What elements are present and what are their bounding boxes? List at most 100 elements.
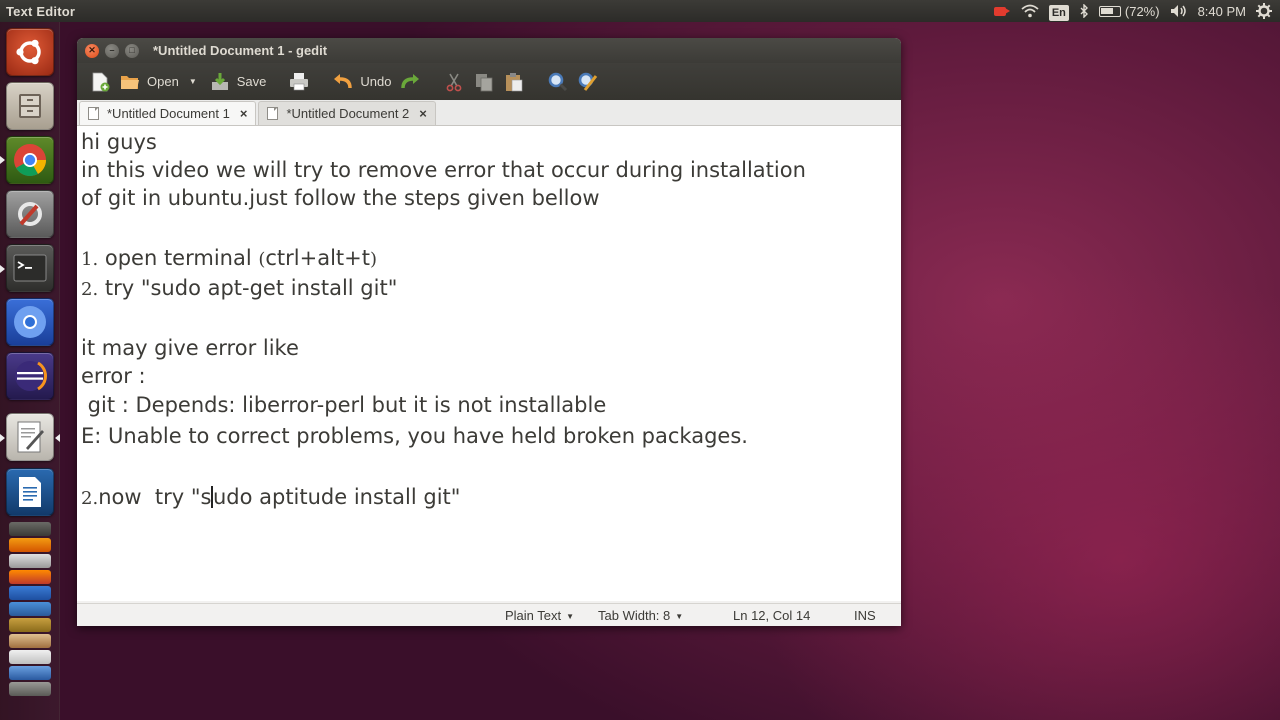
editor-line: hi guys	[81, 130, 157, 154]
tab-width-label: Tab Width: 8	[598, 608, 671, 623]
chrome-launcher-item[interactable]	[6, 136, 54, 184]
network-indicator[interactable]	[1021, 0, 1039, 22]
file-cabinet-icon	[19, 94, 41, 118]
keyboard-indicator[interactable]: En	[1048, 0, 1069, 22]
print-button[interactable]	[284, 67, 314, 97]
launcher-item-compressed[interactable]	[9, 602, 51, 616]
open-recent-dropdown[interactable]: ▼	[183, 67, 205, 97]
bluetooth-icon	[1080, 4, 1088, 18]
list-number: 2.	[81, 487, 99, 509]
statusbar: Plain Text ▼ Tab Width: 8 ▼ Ln 12, Col 14 …	[77, 603, 901, 626]
gedit-launcher-item[interactable]	[6, 413, 54, 461]
editor-line: error :	[81, 364, 146, 388]
system-settings-launcher-item[interactable]	[6, 190, 54, 238]
running-indicator	[0, 156, 5, 164]
search-icon	[549, 72, 568, 91]
editor-line: of git in ubuntu.just follow the steps g…	[81, 186, 600, 210]
vlc-launcher-item[interactable]	[9, 538, 51, 552]
launcher-item-compressed[interactable]	[9, 554, 51, 568]
window-maximize-button[interactable]: □	[125, 43, 139, 58]
undo-arrow-icon	[334, 73, 353, 88]
qbittorrent-launcher-item[interactable]	[9, 666, 51, 680]
clock[interactable]: 8:40 PM	[1198, 0, 1246, 22]
editor-line: E: Unable to correct problems, you have …	[81, 423, 748, 448]
save-button[interactable]: Save	[205, 67, 271, 97]
thunderbird-launcher-item[interactable]	[9, 586, 51, 600]
editor-line-empty	[81, 212, 897, 243]
editor-line: in this video we will try to remove erro…	[81, 158, 806, 182]
tab-untitled-document-2[interactable]: *Untitled Document 2 ×	[258, 101, 436, 125]
editor-line: 1. open terminal (ctrl+alt+t)	[81, 243, 897, 274]
sound-indicator[interactable]	[1170, 0, 1188, 22]
eclipse-icon	[15, 361, 48, 391]
launcher-item-compressed[interactable]	[9, 682, 51, 696]
find-replace-icon	[579, 72, 598, 91]
record-icon	[993, 5, 1011, 17]
undo-button[interactable]: Undo	[328, 67, 395, 97]
battery-percent: (72%)	[1124, 3, 1160, 19]
undo-button-label: Undo	[360, 74, 392, 89]
battery-indicator[interactable]: (72%)	[1098, 0, 1160, 22]
find-replace-button[interactable]	[573, 67, 603, 97]
window-minimize-button[interactable]: –	[105, 43, 119, 58]
line-text: open terminal	[98, 245, 259, 270]
document-tabbar: *Untitled Document 1 × *Untitled Documen…	[77, 100, 901, 126]
wifi-icon	[1021, 4, 1039, 18]
tab-untitled-document-1[interactable]: *Untitled Document 1 ×	[79, 101, 257, 125]
chromium-icon	[14, 306, 46, 338]
text-editor-area[interactable]: hi guys in this video we will try to rem…	[77, 126, 901, 601]
editor-line: git : Depends: liberror-perl but it is n…	[81, 393, 607, 417]
list-number: 1.	[81, 248, 99, 270]
text-editor-icon	[17, 421, 44, 453]
launcher-item-compressed[interactable]	[9, 522, 51, 536]
open-button[interactable]: Open	[115, 67, 183, 97]
speaker-icon	[1170, 5, 1186, 17]
open-button-label: Open	[147, 74, 179, 89]
chromium-launcher-item[interactable]	[6, 298, 54, 346]
printer-icon	[290, 72, 309, 90]
find-button[interactable]	[543, 67, 573, 97]
ubuntu-dash-button[interactable]	[6, 28, 54, 76]
bluetooth-indicator[interactable]	[1079, 0, 1089, 22]
window-close-button[interactable]: ✕	[85, 43, 99, 58]
save-button-label: Save	[236, 74, 267, 89]
tab-close-icon[interactable]: ×	[240, 106, 248, 121]
running-indicator	[0, 434, 5, 442]
launcher-item-compressed[interactable]	[9, 634, 51, 648]
gedit-window: ✕ – □ *Untitled Document 1 - gedit Open …	[77, 38, 901, 626]
session-indicator[interactable]	[1256, 0, 1272, 22]
active-app-title: Text Editor	[6, 3, 76, 19]
amazon-launcher-item[interactable]	[9, 650, 51, 664]
input-language: En	[1048, 4, 1069, 21]
files-launcher-item[interactable]	[6, 82, 54, 130]
terminal-launcher-item[interactable]	[6, 244, 54, 292]
folder-open-icon	[121, 75, 139, 89]
software-center-launcher-item[interactable]	[9, 618, 51, 632]
tab-close-icon[interactable]: ×	[419, 106, 427, 121]
recording-indicator[interactable]	[993, 0, 1011, 22]
close-icon: ✕	[88, 45, 96, 55]
editor-line: it may give error like	[81, 336, 299, 360]
paste-button[interactable]	[499, 67, 529, 97]
redo-button[interactable]	[395, 67, 425, 97]
eclipse-launcher-item[interactable]	[6, 352, 54, 400]
indicator-area: En (72%) 8:40 PM	[993, 0, 1280, 22]
libreoffice-writer-launcher-item[interactable]	[6, 468, 54, 516]
new-document-button[interactable]	[85, 67, 115, 97]
cut-button[interactable]	[439, 67, 469, 97]
tab-width-selector[interactable]: Tab Width: 8 ▼	[598, 608, 683, 623]
launcher	[0, 22, 60, 720]
window-titlebar[interactable]: ✕ – □ *Untitled Document 1 - gedit	[77, 38, 901, 63]
line-text: ctrl+alt+t	[265, 245, 370, 270]
language-selector[interactable]: Plain Text ▼	[505, 608, 574, 623]
firefox-launcher-item[interactable]	[9, 570, 51, 584]
copy-button[interactable]	[469, 67, 499, 97]
terminal-icon	[13, 254, 47, 282]
toolbar: Open ▼ Save Undo	[77, 63, 901, 100]
chevron-down-icon: ▼	[675, 612, 684, 621]
paren: )	[370, 248, 378, 270]
cursor-position: Ln 12, Col 14	[733, 608, 811, 623]
editor-line-empty	[81, 451, 897, 482]
top-panel: Text Editor En (72%) 8:40 PM	[0, 0, 1280, 22]
battery-icon	[1098, 5, 1121, 17]
